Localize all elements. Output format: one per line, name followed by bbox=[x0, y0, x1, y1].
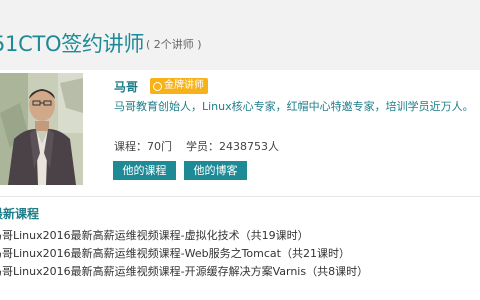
student-count: 学员：2438753人 bbox=[186, 140, 279, 153]
lesson-count: （共21课时） bbox=[280, 247, 350, 260]
course-link[interactable]: 马哥Linux2016最新高薪运维视频课程-Web服务之Tomcat（共21课时… bbox=[0, 245, 368, 263]
course-title[interactable]: 马哥Linux2016最新高薪运维视频课程-虚拟化技术 bbox=[0, 229, 240, 242]
his-blog-button[interactable]: 他的博客 bbox=[184, 161, 247, 180]
his-courses-button[interactable]: 他的课程 bbox=[113, 161, 176, 180]
lesson-count: （共8课时） bbox=[306, 265, 369, 278]
course-title[interactable]: 马哥Linux2016最新高薪运维视频课程-Web服务之Tomcat bbox=[0, 247, 281, 260]
page-title: 51CTO签约讲师 bbox=[0, 32, 145, 56]
section-divider bbox=[0, 196, 480, 197]
lecturer-name[interactable]: 马哥 bbox=[114, 80, 138, 94]
course-count: 课程：70门 bbox=[114, 140, 172, 153]
medal-icon bbox=[153, 81, 162, 91]
gold-lecturer-badge: 金牌讲师 bbox=[150, 78, 208, 94]
course-title[interactable]: 马哥Linux2016最新高薪运维视频课程-开源缓存解决方案Varnis bbox=[0, 265, 306, 278]
latest-courses-list: 马哥Linux2016最新高薪运维视频课程-虚拟化技术（共19课时） 马哥Lin… bbox=[0, 227, 368, 281]
course-link[interactable]: 马哥Linux2016最新高薪运维视频课程-虚拟化技术（共19课时） bbox=[0, 227, 368, 245]
lecturer-stats: 课程：70门 学员：2438753人 bbox=[114, 140, 279, 154]
lecturer-count: ( 2个讲师 ) bbox=[146, 38, 202, 51]
lecturer-photo[interactable] bbox=[0, 73, 83, 185]
page-header: 51CTO签约讲师 ( 2个讲师 ) bbox=[0, 0, 480, 70]
badge-label: 金牌讲师 bbox=[164, 80, 204, 91]
latest-courses-title: 最新课程 bbox=[0, 207, 40, 221]
lesson-count: （共19课时） bbox=[239, 229, 309, 242]
lecturer-bio: 马哥教育创始人，Linux核心专家，红帽中心特邀专家，培训学员近万人。 bbox=[114, 100, 474, 113]
course-link[interactable]: 马哥Linux2016最新高薪运维视频课程-开源缓存解决方案Varnis（共8课… bbox=[0, 263, 368, 281]
